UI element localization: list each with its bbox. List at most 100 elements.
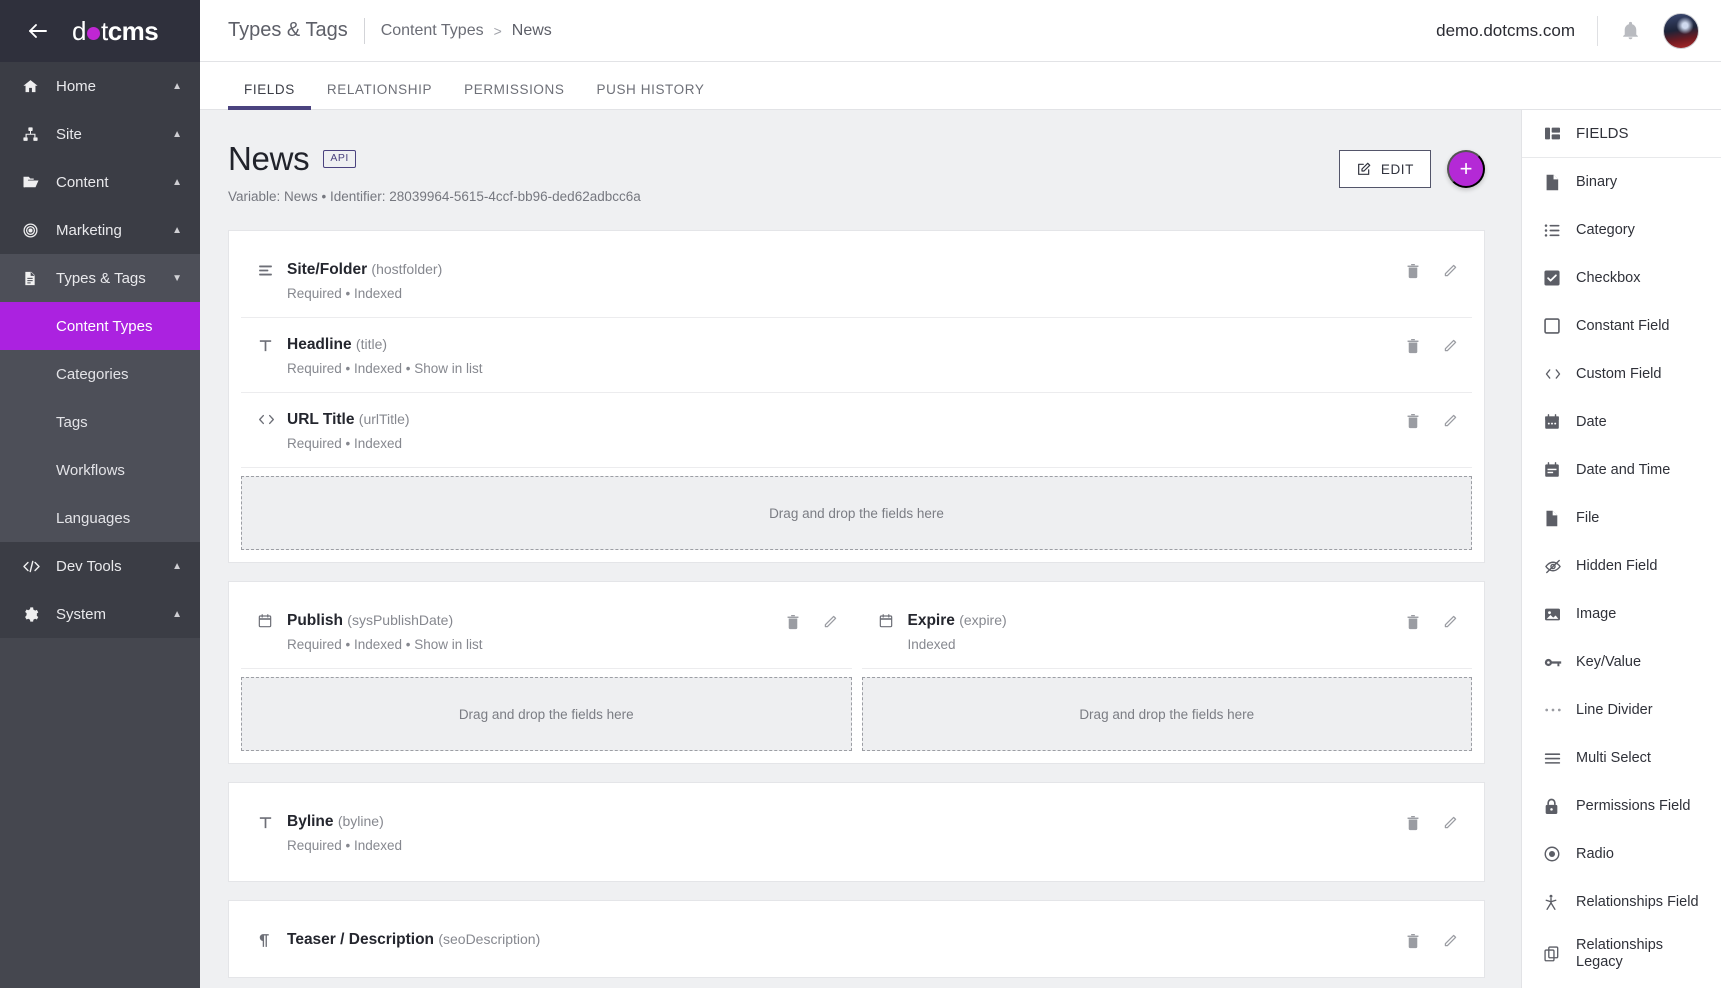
trash-icon[interactable] [1406,413,1420,429]
lock-icon [1544,798,1562,815]
breadcrumb-content-types[interactable]: Content Types [381,22,484,40]
notification-bell-icon[interactable] [1620,20,1641,41]
field-item-urltitle[interactable]: URL Title (urlTitle) Required • Indexed [241,393,1472,468]
palette-item-date-and-time[interactable]: Date and Time [1522,446,1721,494]
field-row-container: Byline (byline) Required • Indexed [228,782,1485,882]
palette-item-relationships-field[interactable]: Relationships Field [1522,878,1721,926]
edit-button[interactable]: EDIT [1338,150,1431,188]
pencil-icon[interactable] [1442,413,1458,429]
palette-item-date[interactable]: Date [1522,398,1721,446]
dropzone[interactable]: Drag and drop the fields here [241,677,852,751]
field-meta: Indexed [907,637,956,652]
dropzone[interactable]: Drag and drop the fields here [861,677,1472,751]
sidebar-item-label: System [56,605,107,623]
field-item-seodescription[interactable]: Teaser / Description (seoDescription) [241,913,1472,965]
sidebar-item-tags[interactable]: Tags [0,398,200,446]
pencil-icon[interactable] [1442,614,1458,630]
palette-item-label: Binary [1576,173,1618,190]
trash-icon[interactable] [1406,614,1420,630]
chevron-up-icon: ▲ [172,128,182,140]
field-item-title[interactable]: Headline (title) Required • Indexed • Sh… [241,318,1472,393]
sidebar-item-content-types[interactable]: Content Types [0,302,200,350]
field-name: Byline [287,813,334,830]
trash-icon[interactable] [1406,815,1420,831]
text-T-icon [257,336,287,354]
sidebar-item-content[interactable]: Content ▲ [0,158,200,206]
code-icon [22,559,48,574]
pencil-icon[interactable] [822,614,838,630]
sidebar-item-label: Types & Tags [56,269,146,287]
document-icon [22,270,48,287]
content-type-tabs: FIELDS RELATIONSHIP PERMISSIONS PUSH HIS… [200,62,1721,110]
palette-item-line-divider[interactable]: Line Divider [1522,686,1721,734]
radio-button-icon [1544,846,1562,862]
breadcrumb-root[interactable]: Types & Tags [228,19,348,42]
site-host-label[interactable]: demo.dotcms.com [1436,21,1575,41]
sidebar-item-categories[interactable]: Categories [0,350,200,398]
palette-item-label: Date and Time [1576,461,1671,478]
trash-icon[interactable] [786,614,800,630]
dotcms-logo[interactable]: d t cms [72,16,159,47]
home-icon [22,78,48,95]
sidebar-item-label: Home [56,77,97,95]
fields-palette-header: FIELDS [1522,110,1721,158]
field-item-expire[interactable]: Expire (expire) Indexed [861,594,1472,669]
field-name: Publish [287,612,343,629]
sidebar: d t cms Home ▲ Site ▲ Content ▲ Marketin… [0,0,200,988]
field-item-byline[interactable]: Byline (byline) Required • Indexed [241,795,1472,869]
palette-item-hidden-field[interactable]: Hidden Field [1522,542,1721,590]
palette-item-multi-select[interactable]: Multi Select [1522,734,1721,782]
tab-fields[interactable]: FIELDS [228,82,311,110]
sidebar-item-languages[interactable]: Languages [0,494,200,542]
pencil-square-icon [1356,161,1372,177]
sidebar-item-system[interactable]: System ▲ [0,590,200,638]
field-item-syspublishdate[interactable]: Publish (sysPublishDate) Required • Inde… [241,594,852,669]
breadcrumb-current: News [511,21,552,39]
dropzone[interactable]: Drag and drop the fields here [241,476,1472,550]
tab-permissions[interactable]: PERMISSIONS [448,82,580,109]
palette-item-radio[interactable]: Radio [1522,830,1721,878]
palette-item-label: Hidden Field [1576,557,1658,574]
sidebar-item-dev-tools[interactable]: Dev Tools ▲ [0,542,200,590]
user-avatar[interactable] [1663,12,1699,49]
pencil-icon[interactable] [1442,933,1458,949]
palette-item-file[interactable]: File [1522,494,1721,542]
app-root: d t cms Home ▲ Site ▲ Content ▲ Marketin… [0,0,1721,988]
pencil-icon[interactable] [1442,338,1458,354]
pencil-icon[interactable] [1442,263,1458,279]
palette-item-custom-field[interactable]: Custom Field [1522,350,1721,398]
trash-icon[interactable] [1406,933,1420,949]
palette-item-permissions-field[interactable]: Permissions Field [1522,782,1721,830]
chevron-up-icon: ▲ [172,560,182,572]
field-item-hostfolder[interactable]: Site/Folder (hostfolder) Required • Inde… [241,243,1472,318]
palette-item-key-value[interactable]: Key/Value [1522,638,1721,686]
palette-item-constant-field[interactable]: Constant Field [1522,302,1721,350]
trash-icon[interactable] [1406,338,1420,354]
page-header: News API Variable: News • Identifier: 28… [228,140,1485,204]
tab-push-history[interactable]: PUSH HISTORY [580,82,720,109]
add-field-button[interactable]: + [1447,150,1485,188]
sidebar-item-site[interactable]: Site ▲ [0,110,200,158]
sidebar-subitem-label: Categories [56,365,129,383]
sidebar-item-marketing[interactable]: Marketing ▲ [0,206,200,254]
field-actions [1406,336,1458,354]
palette-item-image[interactable]: Image [1522,590,1721,638]
pencil-icon[interactable] [1442,815,1458,831]
api-badge[interactable]: API [323,150,356,168]
field-row-container: Site/Folder (hostfolder) Required • Inde… [228,230,1485,563]
palette-item-binary[interactable]: Binary [1522,158,1721,206]
menu-lines-icon [1544,752,1562,765]
title-row: News API [228,140,1339,178]
palette-item-checkbox[interactable]: Checkbox [1522,254,1721,302]
palette-item-relationships-legacy[interactable]: Relationships Legacy [1522,926,1721,982]
tab-relationship[interactable]: RELATIONSHIP [311,82,448,109]
field-text: URL Title (urlTitle) Required • Indexed [287,411,1406,451]
back-arrow-icon[interactable] [26,21,50,41]
sidebar-item-types-and-tags[interactable]: Types & Tags ▼ [0,254,200,302]
sidebar-item-workflows[interactable]: Workflows [0,446,200,494]
page-header-actions: EDIT + [1338,140,1485,188]
trash-icon[interactable] [1406,263,1420,279]
sidebar-subitem-label: Languages [56,509,131,527]
palette-item-category[interactable]: Category [1522,206,1721,254]
sidebar-item-home[interactable]: Home ▲ [0,62,200,110]
